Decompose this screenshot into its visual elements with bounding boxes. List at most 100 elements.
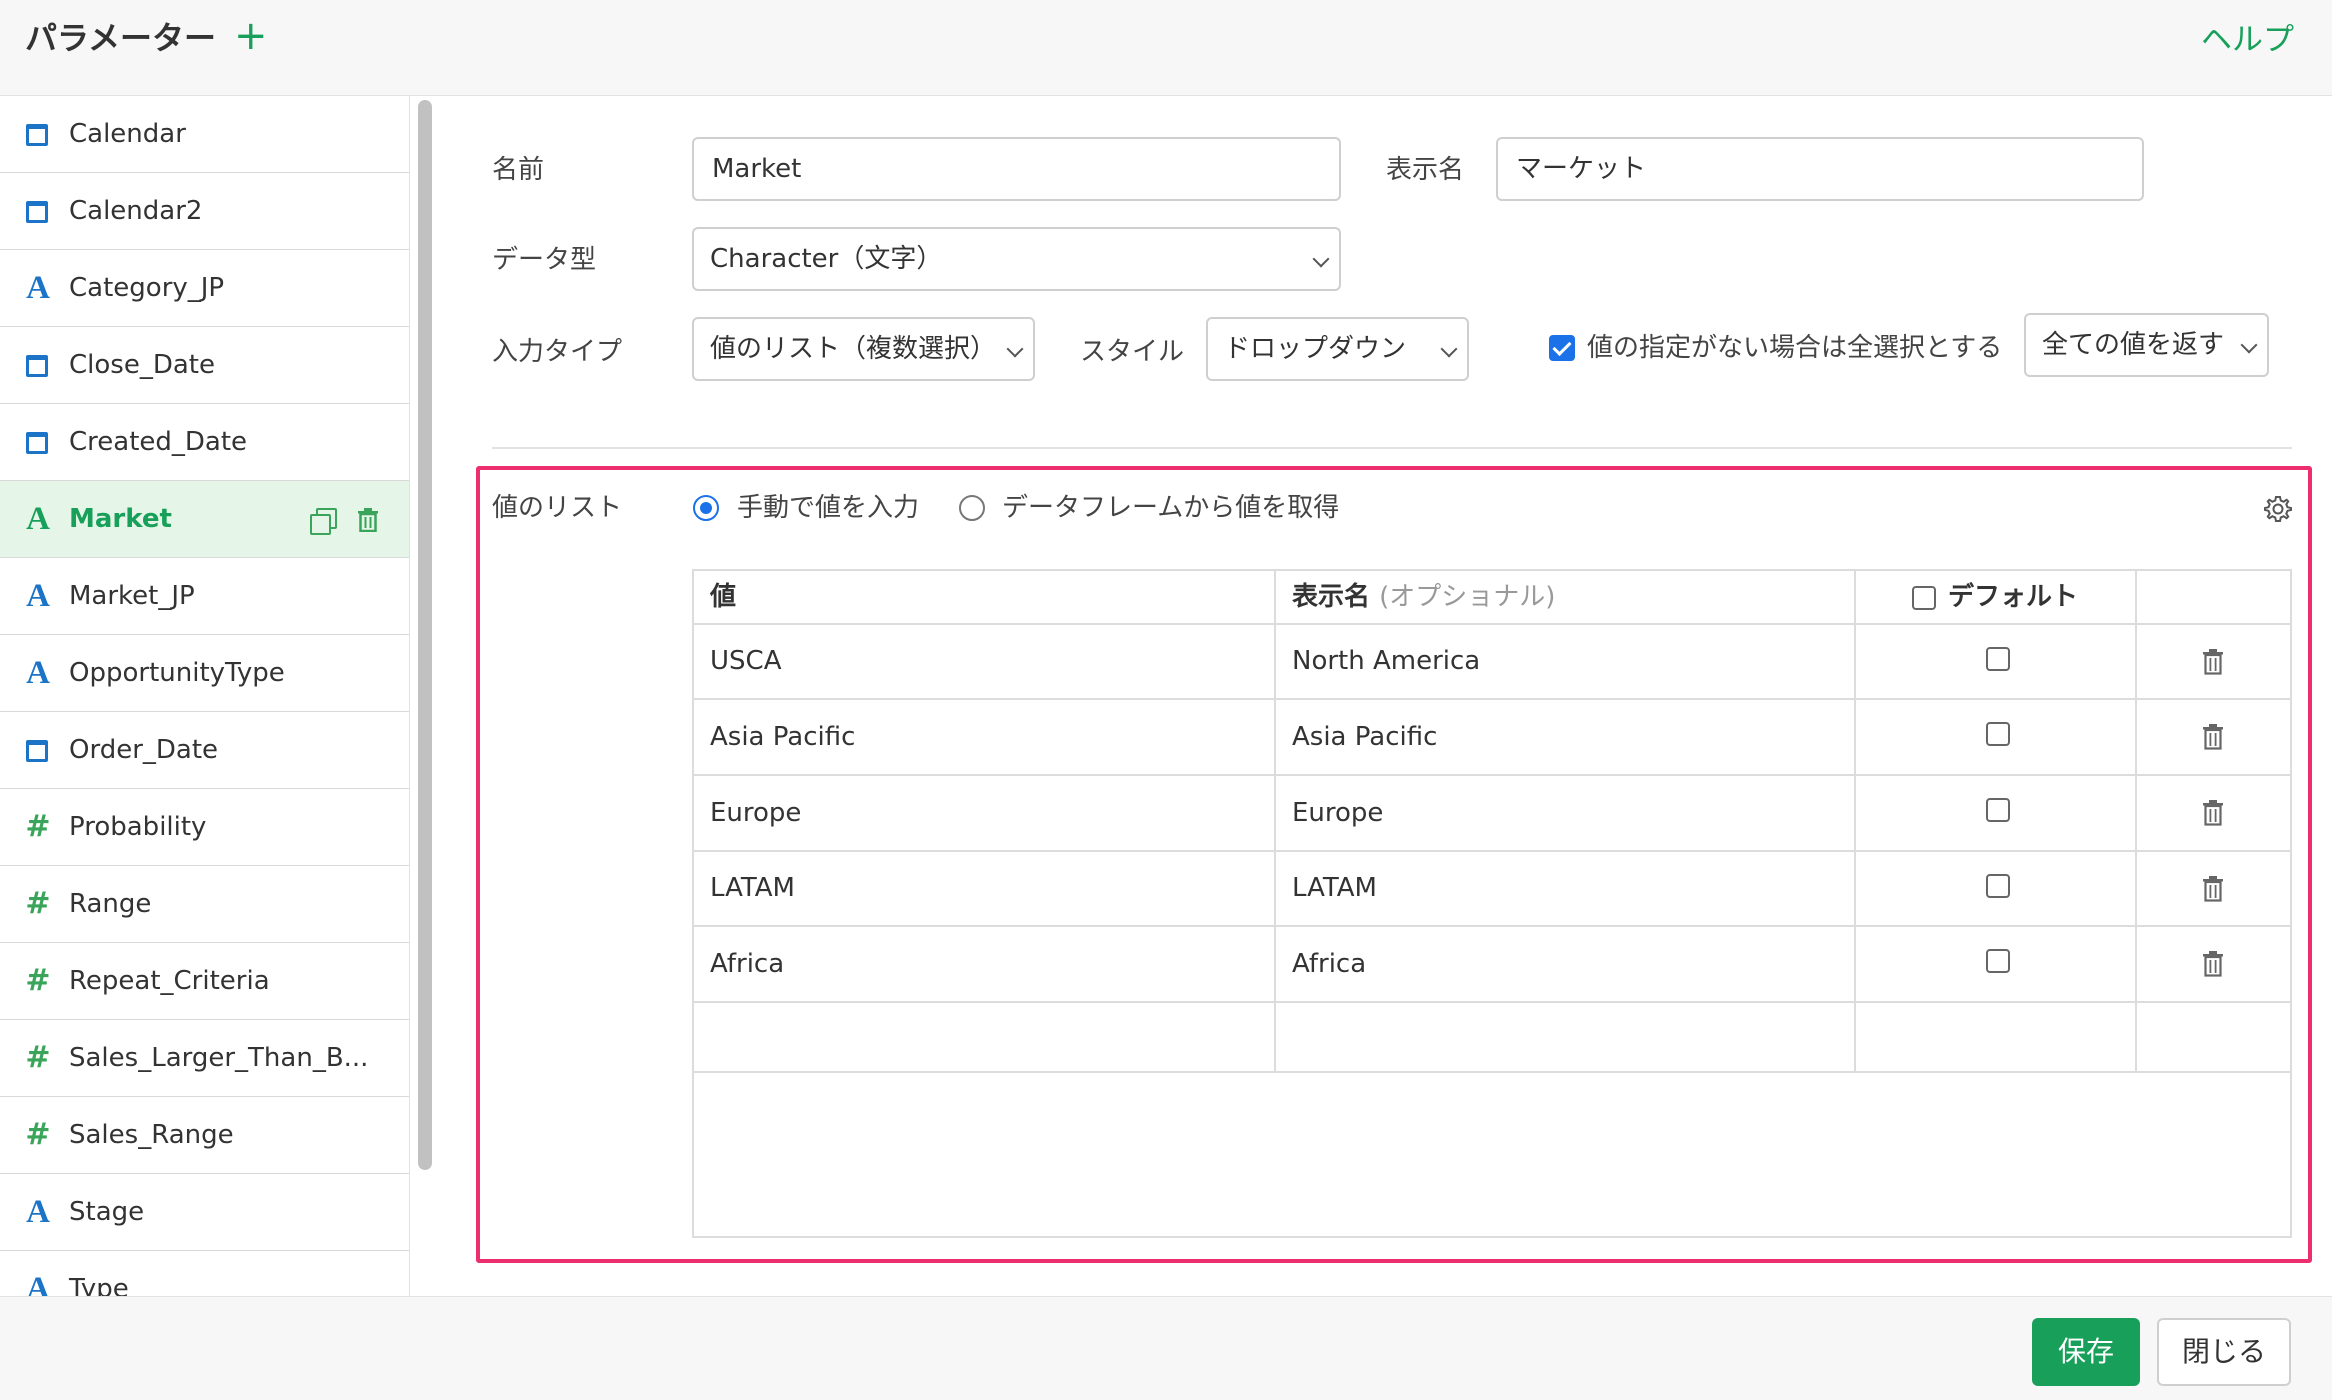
numeric-type-icon: # [25, 886, 51, 921]
data-type-label: データ型 [492, 245, 597, 275]
calendar-icon [26, 740, 48, 762]
name-input[interactable]: Market [692, 137, 1341, 201]
value-cell-empty[interactable] [694, 1003, 1276, 1071]
display-name-input[interactable]: マーケット [1496, 137, 2144, 201]
trash-icon[interactable] [2202, 951, 2224, 977]
chevron-down-icon [1312, 250, 1330, 268]
value-cell[interactable]: USCA [694, 625, 1276, 698]
trash-icon[interactable] [357, 508, 379, 532]
dataframe-source-radio[interactable] [959, 495, 985, 521]
sidebar-item-close-date[interactable]: Close_Date [0, 327, 409, 404]
display-name-cell-empty[interactable] [1276, 1003, 1856, 1071]
sidebar-item-repeat-criteria[interactable]: # Repeat_Criteria [0, 943, 409, 1020]
character-type-icon: A [26, 1194, 50, 1230]
style-value: ドロップダウン [1224, 334, 1407, 364]
default-checkbox[interactable] [1986, 647, 2010, 671]
sidebar-item-market-jp[interactable]: A Market_JP [0, 558, 409, 635]
input-type-select[interactable]: 値のリスト（複数選択） [692, 317, 1035, 381]
display-name-cell[interactable]: North America [1276, 625, 1856, 698]
sidebar-item-sales-larger-than[interactable]: # Sales_Larger_Than_B... [0, 1020, 409, 1097]
numeric-type-icon: # [25, 1117, 51, 1152]
actions-cell-empty [2137, 1003, 2290, 1071]
chevron-down-icon [1440, 340, 1458, 358]
select-all-label: 値の指定がない場合は全選択とする [1587, 333, 2003, 363]
sidebar-item-label: Probability [69, 812, 207, 842]
display-name-cell[interactable]: Asia Pacific [1276, 700, 1856, 774]
default-checkbox[interactable] [1986, 874, 2010, 898]
trash-icon[interactable] [2202, 876, 2224, 902]
numeric-type-icon: # [25, 1040, 51, 1075]
gear-icon[interactable] [2263, 494, 2293, 524]
default-checkbox[interactable] [1986, 949, 2010, 973]
sidebar-item-opportunitytype[interactable]: A OpportunityType [0, 635, 409, 712]
sidebar-item-label: OpportunityType [69, 658, 285, 688]
return-value-text: 全ての値を返す [2042, 330, 2225, 360]
section-divider [492, 447, 2292, 449]
display-name-cell[interactable]: Europe [1276, 776, 1856, 850]
column-header-optional-hint: (オプショナル) [1379, 582, 1556, 612]
copy-icon[interactable] [310, 508, 337, 535]
input-type-value: 値のリスト（複数選択） [710, 334, 997, 364]
display-name-cell[interactable]: LATAM [1276, 852, 1856, 925]
sidebar-item-label: Order_Date [69, 735, 219, 765]
default-all-checkbox[interactable] [1912, 586, 1936, 610]
column-header-value: 値 [694, 571, 1276, 623]
default-checkbox[interactable] [1986, 798, 2010, 822]
value-cell[interactable]: Europe [694, 776, 1276, 850]
sidebar-item-category-jp[interactable]: A Category_JP [0, 250, 409, 327]
sidebar-item-created-date[interactable]: Created_Date [0, 404, 409, 481]
select-all-checkbox[interactable] [1549, 335, 1575, 361]
default-checkbox[interactable] [1986, 722, 2010, 746]
character-type-icon: A [26, 501, 50, 537]
column-header-default: デフォルト [1856, 571, 2137, 623]
default-cell [1856, 700, 2137, 774]
sidebar-item-type[interactable]: A Type [0, 1251, 409, 1296]
page-title: パラメーター [25, 19, 217, 57]
value-cell[interactable]: Asia Pacific [694, 700, 1276, 774]
default-cell [1856, 852, 2137, 925]
sidebar-item-label: Market [69, 504, 172, 534]
sidebar-item-label: Category_JP [69, 273, 225, 303]
value-list-label: 値のリスト [492, 493, 623, 523]
sidebar-item-calendar2[interactable]: Calendar2 [0, 173, 409, 250]
return-value-select[interactable]: 全ての値を返す [2024, 313, 2269, 377]
display-name-cell[interactable]: Africa [1276, 927, 1856, 1001]
trash-icon[interactable] [2202, 724, 2224, 750]
close-button[interactable]: 閉じる [2157, 1318, 2291, 1386]
chevron-down-icon [2240, 336, 2258, 354]
calendar-icon [26, 432, 48, 454]
style-select[interactable]: ドロップダウン [1206, 317, 1469, 381]
sidebar-item-calendar[interactable]: Calendar [0, 96, 409, 173]
data-type-select[interactable]: Character（文字） [692, 227, 1341, 291]
sidebar-scrollbar[interactable] [418, 100, 432, 1170]
help-link[interactable]: ヘルプ [2201, 20, 2294, 60]
column-header-display-name-text: 表示名 [1292, 582, 1371, 612]
sidebar-item-label: Market_JP [69, 581, 195, 611]
manual-input-radio[interactable] [693, 495, 719, 521]
sidebar-item-sales-range[interactable]: # Sales_Range [0, 1097, 409, 1174]
column-header-default-text: デフォルト [1948, 582, 2079, 612]
save-button[interactable]: 保存 [2032, 1318, 2140, 1386]
sidebar-item-label: Sales_Range [69, 1120, 234, 1150]
default-cell [1856, 776, 2137, 850]
sidebar-item-probability[interactable]: # Probability [0, 789, 409, 866]
value-list-table: 値 表示名 (オプショナル) デフォルト USCA North America … [692, 569, 2292, 1238]
value-cell[interactable]: LATAM [694, 852, 1276, 925]
actions-cell [2137, 625, 2290, 698]
sidebar-item-market[interactable]: A Market [0, 481, 409, 558]
sidebar-item-label: Type [69, 1274, 129, 1296]
column-header-display-name: 表示名 (オプショナル) [1276, 571, 1856, 623]
trash-icon[interactable] [2202, 649, 2224, 675]
table-header-row: 値 表示名 (オプショナル) デフォルト [694, 571, 2290, 625]
character-type-icon: A [26, 270, 50, 306]
value-cell[interactable]: Africa [694, 927, 1276, 1001]
data-type-value: Character（文字） [710, 244, 943, 274]
sidebar-item-range[interactable]: # Range [0, 866, 409, 943]
add-parameter-icon[interactable]: + [234, 16, 268, 56]
sidebar-item-order-date[interactable]: Order_Date [0, 712, 409, 789]
actions-cell [2137, 927, 2290, 1001]
trash-icon[interactable] [2202, 800, 2224, 826]
style-label: スタイル [1080, 337, 1185, 367]
numeric-type-icon: # [25, 963, 51, 998]
sidebar-item-stage[interactable]: A Stage [0, 1174, 409, 1251]
